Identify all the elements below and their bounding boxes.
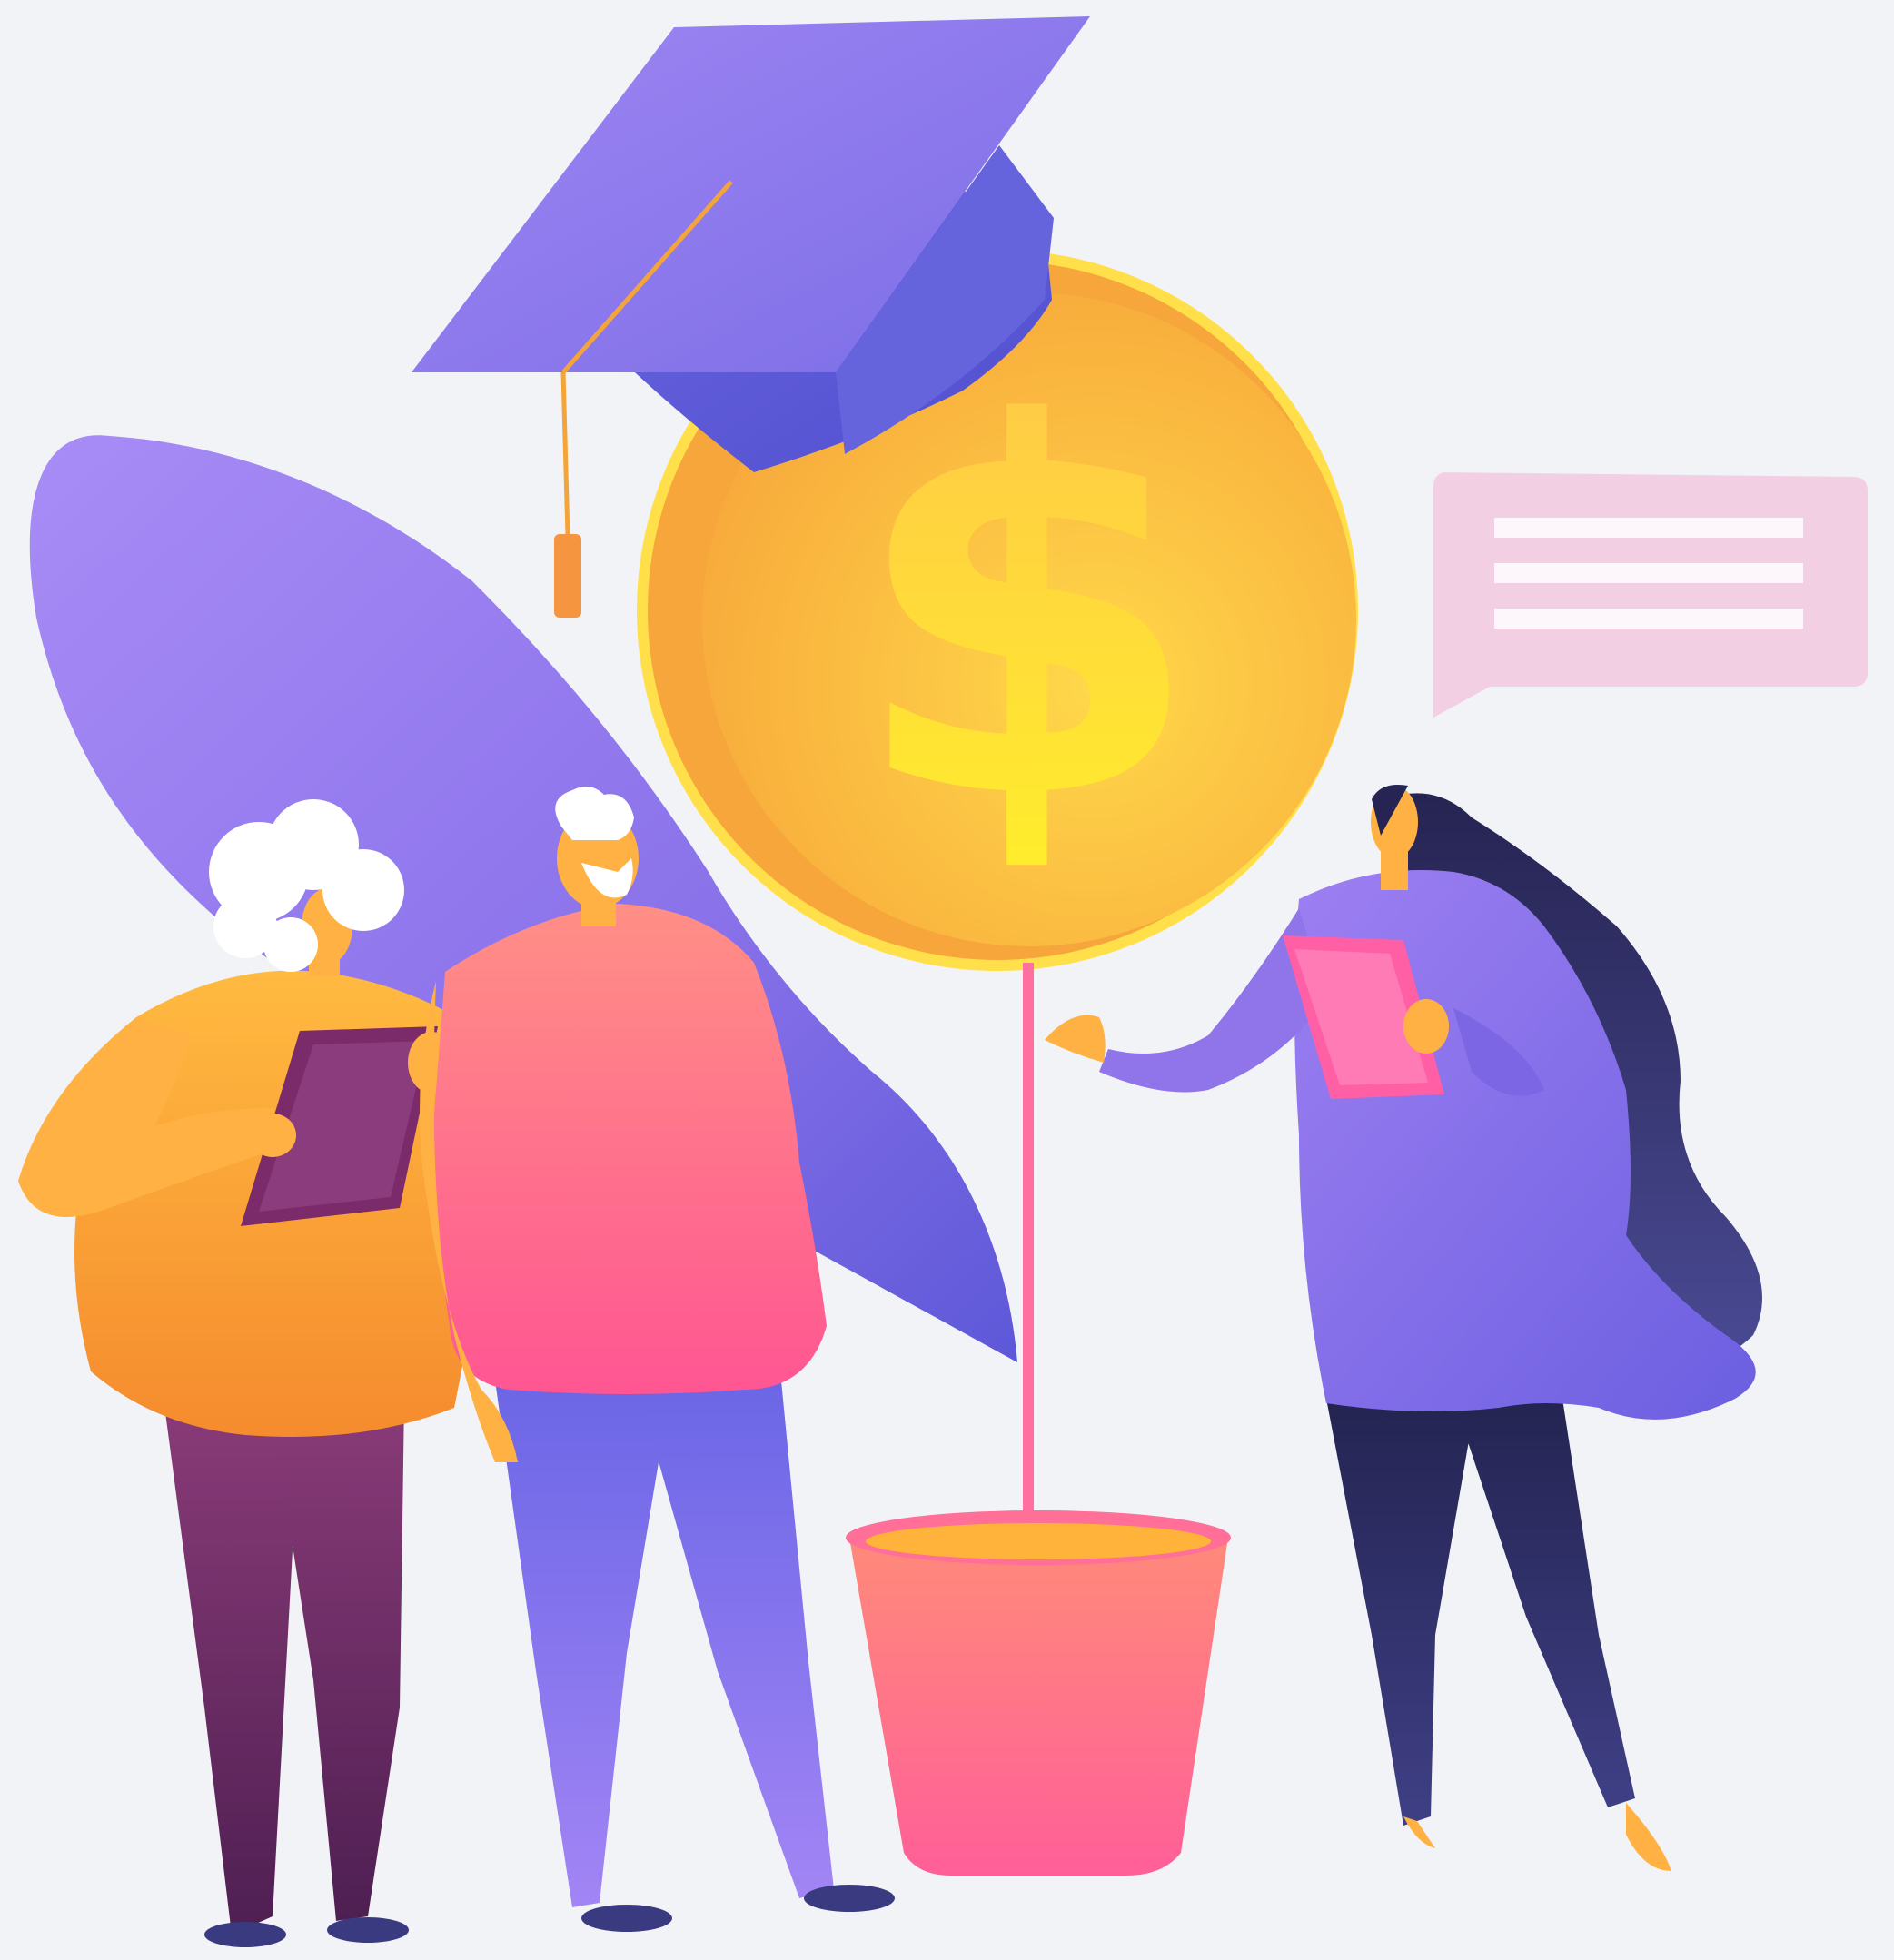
speech-bubble-icon [1433, 472, 1868, 718]
education-finance-illustration: $ [18, 16, 1868, 1947]
plant-pot-icon [846, 963, 1231, 1876]
older-man-figure [420, 787, 895, 1932]
